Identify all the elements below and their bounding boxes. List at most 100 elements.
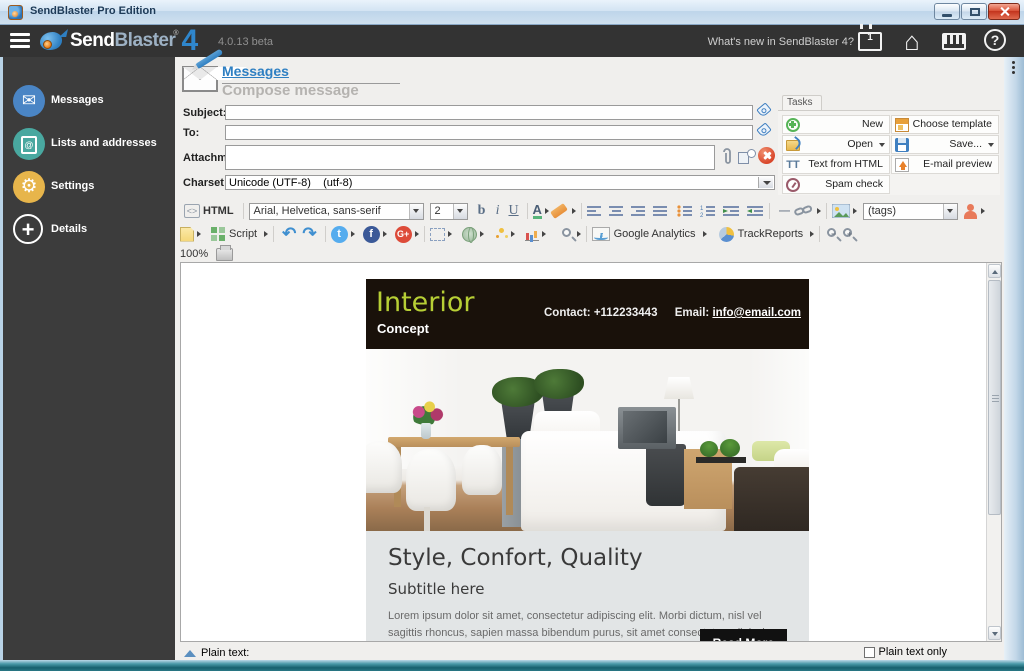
- expand-up-icon[interactable]: [184, 650, 196, 657]
- zoom-level-label[interactable]: 100%: [180, 248, 208, 260]
- scroll-down-icon[interactable]: [988, 626, 1001, 640]
- save-button[interactable]: Save...: [891, 135, 999, 154]
- chevron-right-icon[interactable]: [197, 231, 201, 237]
- underline-button[interactable]: U: [506, 203, 522, 219]
- remove-attachment-icon[interactable]: [758, 147, 775, 164]
- insert-image-icon[interactable]: [832, 204, 850, 218]
- chevron-right-icon[interactable]: [383, 231, 387, 237]
- to-input[interactable]: [225, 125, 753, 140]
- home-icon[interactable]: ⌂: [900, 29, 924, 53]
- message-editor[interactable]: Interior Concept Contact: +112233443 Ema…: [180, 262, 1002, 642]
- calendar-icon[interactable]: 1: [858, 29, 882, 53]
- recipient-fields-icon[interactable]: [964, 204, 978, 219]
- chevron-right-icon[interactable]: [480, 231, 484, 237]
- link-icon[interactable]: [794, 204, 814, 218]
- script-button[interactable]: Script: [225, 226, 261, 242]
- twitter-icon[interactable]: t: [331, 226, 348, 243]
- zoom-in-icon[interactable]: +: [841, 226, 857, 242]
- sidebar-item-messages[interactable]: ✉ Messages: [3, 82, 175, 125]
- horizontal-rule-button[interactable]: —: [775, 203, 794, 219]
- chevron-right-icon[interactable]: [981, 208, 985, 214]
- html-source-button[interactable]: <>HTML: [180, 202, 238, 220]
- attachments-input[interactable]: [225, 145, 715, 170]
- help-icon[interactable]: ?: [984, 29, 1006, 51]
- highlight-button[interactable]: [550, 203, 568, 219]
- undo-icon[interactable]: ↶: [279, 227, 299, 241]
- subject-input[interactable]: [225, 105, 753, 120]
- chevron-right-icon[interactable]: [415, 231, 419, 237]
- sidebar-item-details[interactable]: + Details: [3, 211, 175, 254]
- scrollbar-thumb[interactable]: [988, 280, 1001, 515]
- note-page-icon[interactable]: [180, 227, 194, 242]
- new-button[interactable]: New: [782, 115, 890, 134]
- maximize-button[interactable]: [961, 3, 987, 20]
- tags-select[interactable]: (tags): [863, 203, 958, 220]
- email-contact: Contact: +112233443: [544, 307, 657, 319]
- bullet-list-icon[interactable]: [677, 205, 693, 218]
- indent-icon[interactable]: [723, 205, 740, 218]
- chevron-right-icon[interactable]: [810, 231, 814, 237]
- find-person-icon[interactable]: [558, 226, 574, 242]
- plain-text-only-checkbox[interactable]: [864, 647, 875, 658]
- attach-file-paperclip-icon[interactable]: [720, 147, 734, 167]
- chevron-right-icon[interactable]: [542, 231, 546, 237]
- numbered-list-icon[interactable]: 12: [700, 205, 716, 218]
- email-link[interactable]: info@email.com: [712, 307, 801, 319]
- effects-icon[interactable]: [494, 227, 508, 241]
- facebook-icon[interactable]: f: [363, 226, 380, 243]
- font-family-select[interactable]: Arial, Helvetica, sans-serif: [249, 203, 424, 220]
- subject-tag-icon[interactable]: [758, 103, 774, 117]
- font-size-select[interactable]: 2: [430, 203, 468, 220]
- scroll-up-icon[interactable]: [988, 264, 1001, 278]
- grip-dots-icon[interactable]: [1012, 61, 1015, 76]
- chevron-right-icon[interactable]: [511, 231, 515, 237]
- zoom-out-icon[interactable]: −: [825, 226, 841, 242]
- justify-icon[interactable]: [653, 205, 668, 218]
- whats-new-link[interactable]: What's new in SendBlaster 4?: [708, 36, 854, 48]
- video-tutorials-icon[interactable]: [942, 29, 966, 53]
- bold-button[interactable]: b: [474, 203, 490, 219]
- open-button[interactable]: Open: [782, 135, 890, 154]
- editor-scrollbar[interactable]: [986, 263, 1001, 641]
- chevron-right-icon[interactable]: [703, 231, 707, 237]
- text-from-html-button[interactable]: TTText from HTML: [782, 155, 890, 174]
- chevron-right-icon[interactable]: [264, 231, 268, 237]
- chevron-right-icon[interactable]: [572, 208, 576, 214]
- sidebar-item-lists-and-addresses[interactable]: @ Lists and addresses: [3, 125, 175, 168]
- align-right-icon[interactable]: [631, 205, 646, 218]
- google-analytics-button[interactable]: Google Analytics: [610, 226, 700, 242]
- googleplus-icon[interactable]: G+: [395, 226, 412, 243]
- chevron-right-icon[interactable]: [577, 231, 581, 237]
- chevron-right-icon[interactable]: [351, 231, 355, 237]
- page-title[interactable]: Messages: [222, 63, 289, 79]
- trackreports-button[interactable]: TrackReports: [734, 226, 808, 242]
- chevron-right-icon[interactable]: [545, 208, 549, 214]
- email-preview-button[interactable]: E-mail preview: [891, 155, 999, 174]
- font-color-button[interactable]: A: [533, 203, 542, 219]
- table-border-icon[interactable]: [430, 228, 445, 241]
- spam-check-button[interactable]: Spam check: [782, 175, 890, 194]
- recent-attachments-icon[interactable]: [738, 149, 756, 165]
- web-page-icon[interactable]: [462, 227, 477, 242]
- align-center-icon[interactable]: [609, 205, 624, 218]
- charset-select[interactable]: Unicode (UTF-8) (utf-8): [225, 175, 775, 190]
- close-button[interactable]: [988, 3, 1020, 20]
- chevron-right-icon[interactable]: [448, 231, 452, 237]
- choose-template-button[interactable]: Choose template: [891, 115, 999, 134]
- menu-icon[interactable]: [10, 33, 30, 49]
- text-icon: TT: [786, 158, 800, 172]
- outdent-icon[interactable]: [747, 205, 764, 218]
- app-header: SendBlaster®4 4.0.13 beta What's new in …: [0, 25, 1024, 57]
- snippets-icon[interactable]: [211, 227, 225, 241]
- italic-button[interactable]: i: [490, 203, 506, 219]
- print-icon[interactable]: [216, 248, 233, 261]
- chart-icon[interactable]: [525, 228, 539, 241]
- read-more-button[interactable]: Read More: [700, 629, 787, 642]
- align-left-icon[interactable]: [587, 205, 602, 218]
- sidebar-item-settings[interactable]: ⚙ Settings: [3, 168, 175, 211]
- redo-icon[interactable]: ↷: [299, 227, 319, 241]
- chevron-right-icon[interactable]: [817, 208, 821, 214]
- to-tag-icon[interactable]: [758, 123, 774, 137]
- minimize-button[interactable]: [934, 3, 960, 20]
- chevron-right-icon[interactable]: [853, 208, 857, 214]
